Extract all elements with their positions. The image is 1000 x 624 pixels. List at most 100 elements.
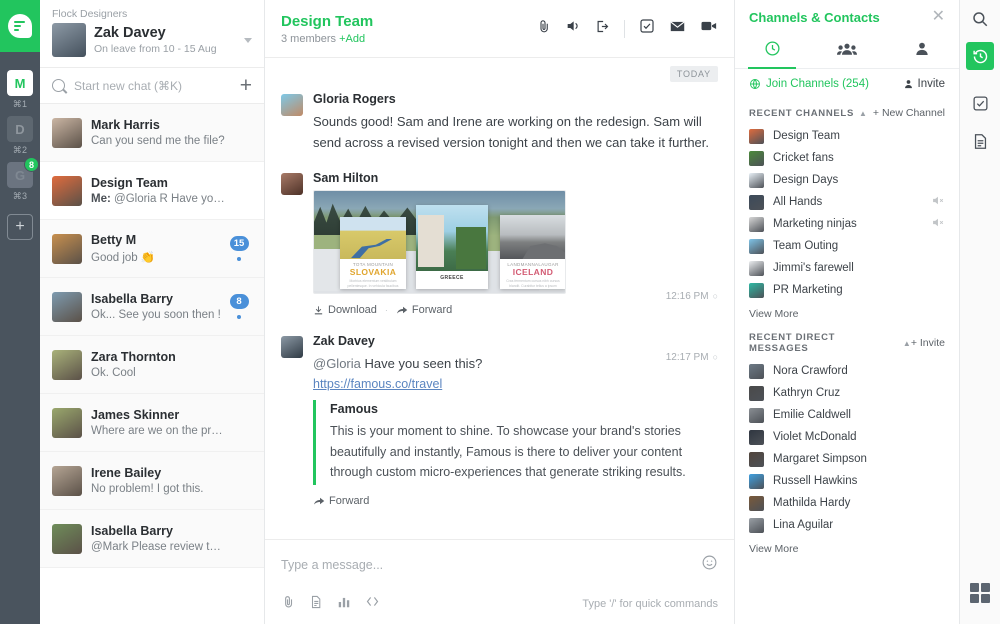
- channel-list-item[interactable]: PR Marketing: [735, 279, 959, 301]
- message-item: Sam Hilton TOTA MOUNTAIN SLOVAKIA Morbiu…: [281, 167, 718, 330]
- chevron-down-icon[interactable]: [244, 38, 252, 43]
- add-member-button[interactable]: +Add: [339, 33, 365, 45]
- apps-grid-icon[interactable]: [960, 574, 1000, 612]
- view-more-button[interactable]: View More: [735, 536, 959, 559]
- panel-section-action[interactable]: + New Channel: [873, 107, 945, 119]
- profile-header[interactable]: Flock Designers Zak Davey On leave from …: [40, 0, 264, 68]
- list-item-label: Cricket fans: [773, 152, 834, 164]
- todo-icon[interactable]: [960, 84, 1000, 122]
- search-input[interactable]: Start new chat (⌘K): [74, 79, 240, 93]
- avatar: [52, 466, 82, 496]
- date-divider: TODAY: [670, 66, 718, 82]
- team-rail: M ⌘1 D ⌘2 G 8 ⌘3 +: [0, 0, 40, 624]
- channel-list-item[interactable]: Marketing ninjas: [735, 213, 959, 235]
- direct-message-list-item[interactable]: Nora Crawford: [735, 360, 959, 382]
- mute-icon[interactable]: [565, 18, 581, 39]
- notes-icon[interactable]: [960, 122, 1000, 160]
- chat-list-item[interactable]: James SkinnerWhere are we on the product…: [40, 394, 264, 452]
- panel-section-title: RECENT CHANNELS: [749, 108, 854, 119]
- direct-message-list-item[interactable]: Mathilda Hardy: [735, 492, 959, 514]
- download-button[interactable]: Download: [313, 304, 377, 316]
- chat-item-preview: Ok... See you soon then !: [91, 309, 226, 321]
- panel-tabs: [735, 34, 959, 69]
- tab-groups[interactable]: [810, 34, 885, 68]
- new-chat-button[interactable]: +: [240, 75, 252, 96]
- direct-message-list-item[interactable]: Emilie Caldwell: [735, 404, 959, 426]
- chat-list-item[interactable]: Betty MGood job 👏15: [40, 220, 264, 278]
- emoji-icon[interactable]: [701, 554, 718, 576]
- postcard-iceland: LANDMANNALAUGAR ICELAND Cras fermentum c…: [500, 215, 566, 289]
- todo-icon[interactable]: [639, 18, 655, 39]
- team-tile-m[interactable]: M: [7, 70, 33, 96]
- chevron-up-icon[interactable]: ▲: [859, 109, 867, 118]
- attachment-icon[interactable]: [281, 595, 295, 614]
- history-icon[interactable]: [966, 42, 994, 70]
- chevron-up-icon[interactable]: ▲: [903, 339, 911, 348]
- avatar: [749, 195, 764, 210]
- code-icon[interactable]: [365, 594, 380, 614]
- close-icon[interactable]: ✕: [932, 9, 945, 25]
- direct-message-list-item[interactable]: Kathryn Cruz: [735, 382, 959, 404]
- search-bar[interactable]: Start new chat (⌘K) +: [40, 68, 264, 104]
- view-more-button[interactable]: View More: [735, 301, 959, 324]
- tab-recent[interactable]: [735, 34, 810, 68]
- file-icon[interactable]: [309, 595, 323, 614]
- direct-message-list-item[interactable]: Violet McDonald: [735, 426, 959, 448]
- mention[interactable]: @Gloria: [313, 356, 361, 371]
- attachment-icon[interactable]: [536, 19, 551, 39]
- exit-icon[interactable]: [595, 19, 610, 39]
- message-item: Zak Davey @Gloria Have you seen this? ht…: [281, 330, 718, 521]
- flock-logo[interactable]: [0, 0, 40, 52]
- add-team-button[interactable]: +: [7, 214, 33, 240]
- profile-name: Zak Davey: [94, 25, 244, 42]
- message-list[interactable]: TODAY Gloria Rogers Sounds good! Sam and…: [265, 58, 734, 539]
- chat-list[interactable]: Mark HarrisCan you send me the file?Desi…: [40, 104, 264, 624]
- message-input[interactable]: Type a message...: [281, 558, 701, 572]
- panel-sections: RECENT CHANNELS ▲ + New Channel Design Team…: [735, 99, 959, 559]
- chat-list-item[interactable]: Design TeamMe: @Gloria R Have you seen..…: [40, 162, 264, 220]
- message-link[interactable]: https://famous.co/travel: [313, 377, 718, 391]
- channel-list-item[interactable]: Cricket fans: [735, 147, 959, 169]
- postcard-slovakia: TOTA MOUNTAIN SLOVAKIA Morbius elementum…: [340, 217, 406, 289]
- chat-list-item[interactable]: Irene BaileyNo problem! I got this.: [40, 452, 264, 510]
- direct-message-list-item[interactable]: Lina Aguilar: [735, 514, 959, 536]
- video-icon[interactable]: [700, 17, 718, 40]
- chat-list-item[interactable]: Isabella BarryOk... See you soon then !8: [40, 278, 264, 336]
- list-item-label: Team Outing: [773, 240, 838, 252]
- chat-item-name: Mark Harris: [91, 118, 226, 132]
- team-switcher-item-m[interactable]: M ⌘1: [7, 70, 33, 110]
- forward-button[interactable]: Forward: [313, 495, 369, 507]
- chat-preview-text: No problem! I got this.: [91, 483, 204, 495]
- image-attachment[interactable]: TOTA MOUNTAIN SLOVAKIA Morbius elementum…: [313, 190, 566, 294]
- tab-contacts[interactable]: [884, 34, 959, 68]
- avatar: [749, 518, 764, 533]
- link-preview-card[interactable]: Famous This is your moment to shine. To …: [313, 400, 718, 485]
- avatar: [281, 173, 303, 195]
- team-switcher-item-d[interactable]: D ⌘2: [7, 116, 33, 156]
- join-channels-button[interactable]: Join Channels (254): [749, 78, 869, 90]
- team-switcher-item-g[interactable]: G 8 ⌘3: [7, 162, 33, 202]
- list-item-label: Marketing ninjas: [773, 218, 857, 230]
- channel-list-item[interactable]: Design Days: [735, 169, 959, 191]
- search-icon[interactable]: [960, 0, 1000, 38]
- panel-section-action[interactable]: + Invite: [911, 337, 945, 349]
- team-tile-d[interactable]: D: [7, 116, 33, 142]
- list-item-label: Design Team: [773, 130, 840, 142]
- direct-message-list-item[interactable]: Russell Hawkins: [735, 470, 959, 492]
- mail-icon[interactable]: [669, 18, 686, 40]
- postcard-body: Morbius elementum vestibulum pellentesqu…: [340, 277, 406, 289]
- chat-item-preview: Where are we on the product de...: [91, 425, 226, 437]
- forward-button[interactable]: Forward: [396, 304, 452, 316]
- poll-icon[interactable]: [337, 595, 351, 614]
- chat-list-item[interactable]: Mark HarrisCan you send me the file?: [40, 104, 264, 162]
- message-author: Zak Davey: [313, 334, 718, 348]
- channel-list-item[interactable]: Design Team: [735, 125, 959, 147]
- chat-list-item[interactable]: Isabella Barry@Mark Please review the gu…: [40, 510, 264, 568]
- invite-button[interactable]: Invite: [903, 78, 946, 90]
- channel-list-item[interactable]: Jimmi's farewell: [735, 257, 959, 279]
- channel-list-item[interactable]: Team Outing: [735, 235, 959, 257]
- avatar: [749, 496, 764, 511]
- channel-list-item[interactable]: All Hands: [735, 191, 959, 213]
- direct-message-list-item[interactable]: Margaret Simpson: [735, 448, 959, 470]
- chat-list-item[interactable]: Zara ThorntonOk. Cool: [40, 336, 264, 394]
